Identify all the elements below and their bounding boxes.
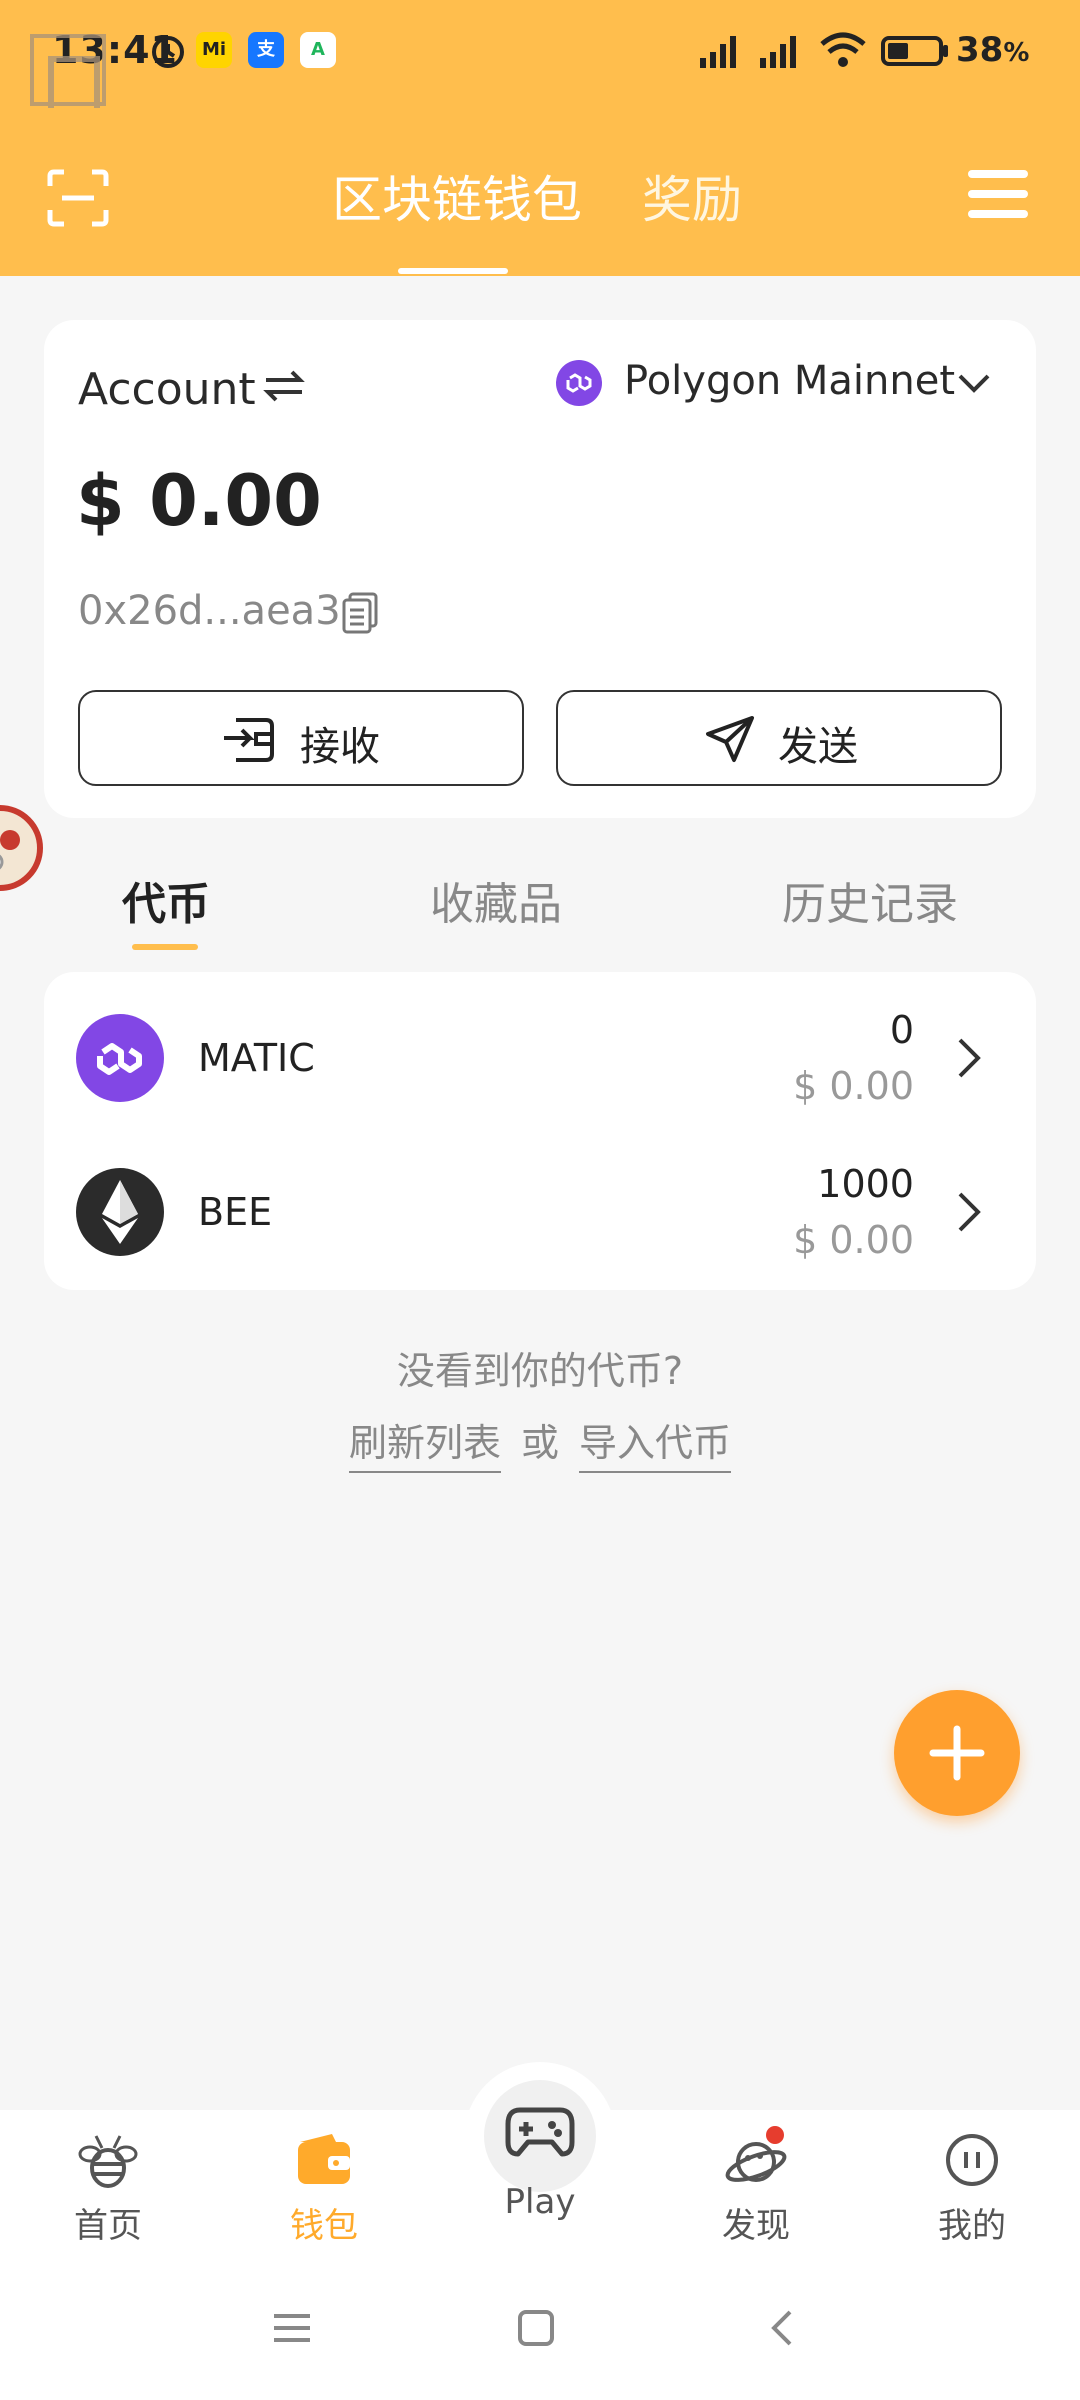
subtab-collectibles[interactable]: 收藏品 bbox=[430, 868, 562, 932]
send-button[interactable]: 发送 bbox=[556, 690, 1002, 786]
wallet-address: 0x26d...aea3 bbox=[78, 588, 341, 634]
app-header: 13:41 Mi 支 A 38% 区块链钱包 奖励 bbox=[0, 0, 1080, 276]
network-selector[interactable]: Polygon Mainnet bbox=[624, 358, 955, 404]
home-button-icon[interactable] bbox=[516, 2308, 556, 2348]
token-amount: 1000 bbox=[817, 1162, 914, 1206]
gamepad-icon bbox=[505, 2107, 575, 2157]
nav-label-discover: 发现 bbox=[722, 2206, 790, 2246]
system-navigation-bar bbox=[0, 2290, 1080, 2380]
nav-label-home: 首页 bbox=[74, 2206, 142, 2246]
notification-dot bbox=[766, 2126, 784, 2144]
battery-icon bbox=[881, 36, 948, 66]
bee-icon bbox=[78, 2135, 138, 2188]
token-list: MATIC 0 $ 0.00 BEE 1000 $ 0.00 bbox=[44, 972, 1036, 1290]
nav-item-profile[interactable]: 我的 bbox=[902, 2128, 1042, 2247]
status-bar: 13:41 Mi 支 A 38% bbox=[0, 0, 1080, 108]
app-store-icon: A bbox=[300, 32, 336, 68]
token-name: MATIC bbox=[198, 1036, 315, 1080]
alarm-icon bbox=[152, 36, 184, 68]
nav-item-discover[interactable]: 发现 bbox=[686, 2128, 826, 2247]
token-amount: 0 bbox=[889, 1008, 914, 1052]
account-card: Account Polygon Mainnet $ 0.00 0x26d...a… bbox=[44, 320, 1036, 818]
send-icon bbox=[706, 716, 754, 762]
receive-button[interactable]: 接收 bbox=[78, 690, 524, 786]
chevron-right-icon bbox=[958, 1192, 981, 1232]
menu-icon[interactable] bbox=[968, 170, 1028, 220]
token-row-matic[interactable]: MATIC 0 $ 0.00 bbox=[44, 978, 1036, 1128]
polygon-icon bbox=[76, 1014, 164, 1102]
copy-icon[interactable] bbox=[340, 590, 380, 634]
or-text: 或 bbox=[520, 1421, 559, 1465]
scan-icon[interactable] bbox=[46, 168, 110, 228]
token-value: $ 0.00 bbox=[793, 1218, 914, 1262]
token-value: $ 0.00 bbox=[793, 1064, 914, 1108]
receive-icon bbox=[224, 718, 274, 762]
chevron-down-icon[interactable] bbox=[956, 368, 992, 398]
ethereum-icon bbox=[76, 1168, 164, 1256]
import-token-link[interactable]: 导入代币 bbox=[579, 1421, 732, 1473]
back-icon[interactable] bbox=[766, 2308, 796, 2348]
profile-icon bbox=[946, 2134, 998, 2186]
signal-icon bbox=[700, 36, 736, 68]
tab-blockchain-wallet[interactable]: 区块链钱包 bbox=[332, 160, 582, 232]
subtab-tokens[interactable]: 代币 bbox=[122, 868, 210, 932]
account-label[interactable]: Account bbox=[78, 364, 256, 415]
wifi-icon bbox=[820, 32, 866, 67]
nav-label-profile: 我的 bbox=[938, 2206, 1006, 2246]
tab-rewards[interactable]: 奖励 bbox=[642, 160, 742, 232]
plus-icon bbox=[929, 1725, 985, 1781]
hint-links: 刷新列表或导入代币 bbox=[0, 1412, 1080, 1473]
wallet-icon bbox=[298, 2134, 350, 2184]
nav-label-wallet: 钱包 bbox=[290, 2206, 358, 2246]
subtab-active-indicator bbox=[132, 944, 198, 950]
recent-apps-icon[interactable] bbox=[270, 2308, 314, 2348]
missing-token-hint: 没看到你的代币? bbox=[396, 1349, 684, 1393]
chevron-right-icon bbox=[958, 1038, 981, 1078]
add-button[interactable] bbox=[894, 1690, 1020, 1816]
receive-label: 接收 bbox=[300, 724, 380, 770]
subtab-history[interactable]: 历史记录 bbox=[782, 868, 958, 932]
tab-active-indicator bbox=[398, 268, 508, 274]
floating-mascot-icon[interactable] bbox=[0, 782, 70, 912]
switch-account-icon[interactable] bbox=[262, 364, 306, 408]
token-row-bee[interactable]: BEE 1000 $ 0.00 bbox=[44, 1132, 1036, 1282]
alipay-icon: 支 bbox=[248, 32, 284, 68]
nav-item-home[interactable]: 首页 bbox=[38, 2128, 178, 2247]
watermark-logo bbox=[30, 34, 106, 108]
nav-item-play[interactable]: Play bbox=[470, 2100, 610, 2222]
mi-app-icon: Mi bbox=[196, 32, 232, 68]
send-label: 发送 bbox=[778, 724, 858, 770]
token-name: BEE bbox=[198, 1190, 273, 1234]
signal-icon-2 bbox=[760, 36, 796, 68]
battery-percent: 38% bbox=[956, 30, 1030, 70]
nav-label-play: Play bbox=[504, 2182, 576, 2222]
nav-item-wallet[interactable]: 钱包 bbox=[254, 2128, 394, 2247]
refresh-list-link[interactable]: 刷新列表 bbox=[348, 1421, 501, 1473]
wallet-balance: $ 0.00 bbox=[76, 460, 322, 542]
polygon-network-icon bbox=[556, 360, 602, 406]
